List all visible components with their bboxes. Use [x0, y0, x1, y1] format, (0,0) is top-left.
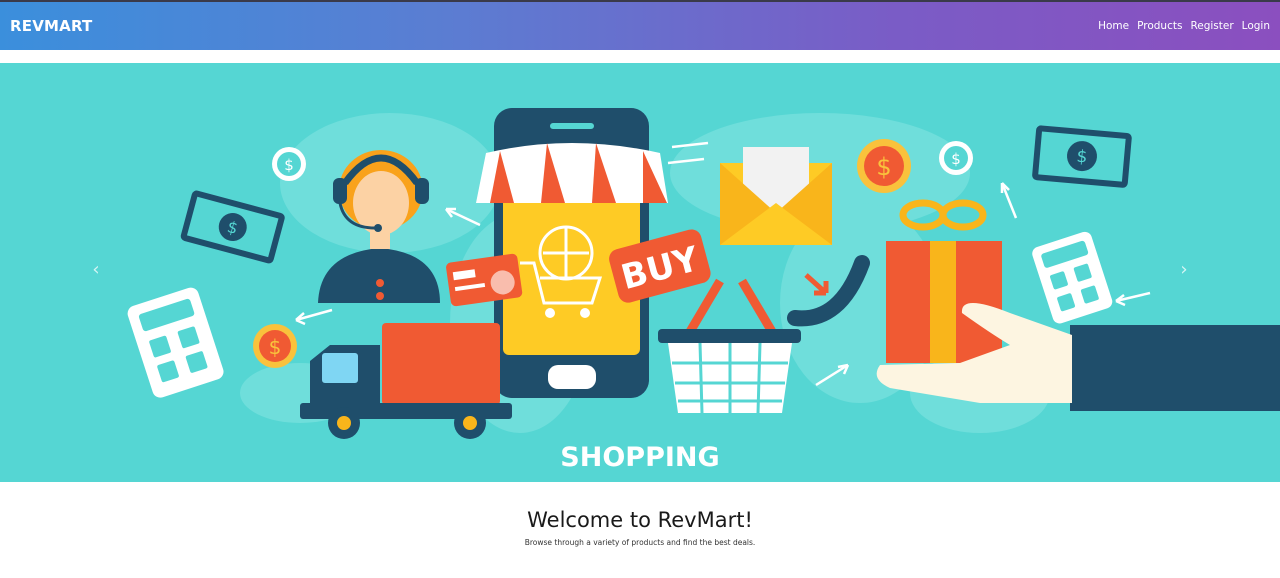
hero-carousel: $ $ $ $ $ $ BUY SHOPPING ‹ › — [0, 63, 1280, 482]
dollar-bill-icon: $ — [1032, 125, 1132, 188]
nav-link-login[interactable]: Login — [1242, 20, 1270, 32]
welcome-title: Welcome to RevMart! — [527, 508, 753, 532]
chevron-right-icon[interactable]: › — [1174, 258, 1194, 282]
svg-text:$: $ — [876, 153, 891, 181]
svg-text:$: $ — [284, 156, 294, 174]
dollar-coin-icon: $ — [857, 139, 911, 193]
dollar-coin-icon: $ — [253, 324, 297, 368]
dollar-bill-icon: $ — [180, 190, 285, 264]
svg-text:$: $ — [1076, 147, 1089, 168]
delivery-truck-icon — [300, 323, 512, 439]
nav-link-register[interactable]: Register — [1190, 20, 1233, 32]
dollar-coin-icon: $ — [939, 141, 973, 175]
navbar: REVMART Home Products Register Login — [0, 2, 1280, 50]
calculator-icon — [127, 287, 224, 398]
welcome-subtitle: Browse through a variety of products and… — [524, 538, 756, 547]
nav-link-home[interactable]: Home — [1098, 20, 1129, 32]
calculator-icon — [1032, 231, 1113, 324]
brand-logo[interactable]: REVMART — [10, 17, 92, 35]
nav-links: Home Products Register Login — [1098, 20, 1270, 32]
svg-text:$: $ — [951, 150, 961, 168]
svg-text:$: $ — [269, 335, 282, 359]
shopping-basket-icon — [658, 278, 801, 414]
nav-link-products[interactable]: Products — [1137, 20, 1182, 32]
dollar-coin-icon: $ — [272, 147, 306, 181]
chevron-left-icon[interactable]: ‹ — [86, 258, 106, 282]
shopping-illustration: $ $ $ $ $ $ BUY SHOPPING — [127, 108, 1280, 473]
welcome-section: Welcome to RevMart! Browse through a var… — [0, 508, 1280, 547]
